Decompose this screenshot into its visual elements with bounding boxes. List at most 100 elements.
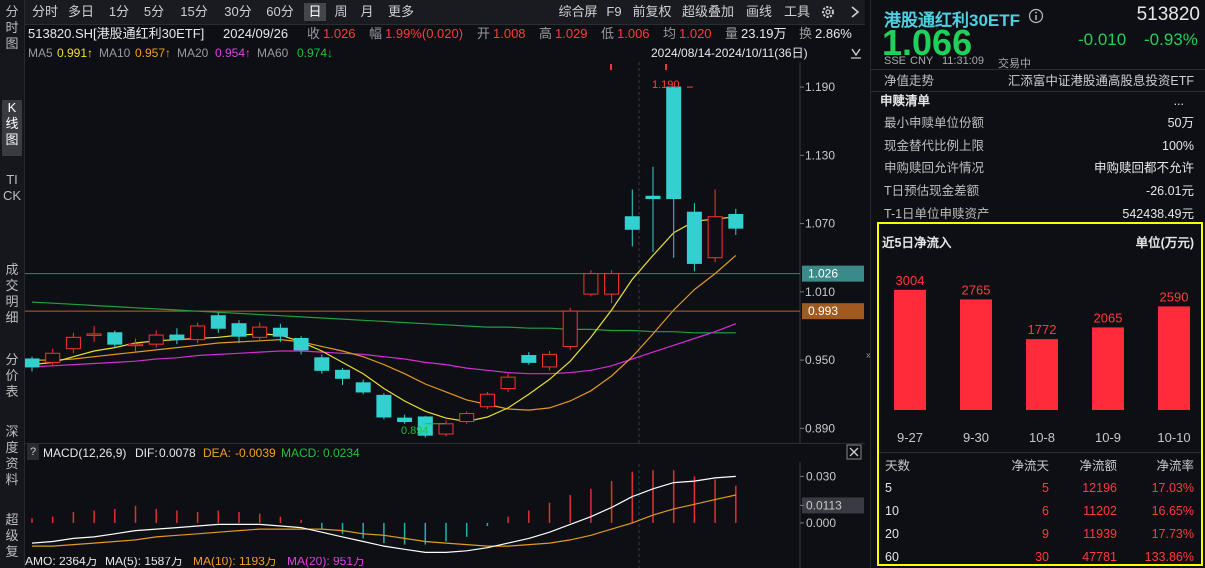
close-icon[interactable] — [846, 444, 862, 460]
super-overlay-button[interactable]: 超级叠加 — [680, 3, 736, 21]
inflow-bar — [960, 299, 992, 410]
change-value: 1.99%(0.020) — [385, 26, 464, 41]
subscribe-row: 现金替代比例上限 100% — [884, 136, 1194, 156]
nav-intraday[interactable]: 分时图 — [2, 4, 22, 52]
table-cell: 133.86% — [1144, 550, 1194, 564]
inflow-date: 9-27 — [897, 430, 923, 445]
ma5-label: MA5 — [28, 46, 53, 60]
forward-adjust-button[interactable]: 前复权 — [630, 3, 674, 21]
quote-change: -0.010 — [1078, 30, 1127, 49]
period-weekly[interactable]: 周 — [330, 3, 352, 21]
row-key: T日预估现金差额 — [884, 184, 980, 198]
candle-body — [65, 336, 81, 350]
chevron-right-icon[interactable] — [848, 3, 862, 21]
period-60min[interactable]: 60分 — [260, 3, 300, 21]
nav-price-table[interactable]: 分价表 — [2, 352, 22, 410]
candle-body — [728, 213, 744, 229]
period-daily[interactable]: 日 — [304, 3, 326, 21]
price-tag-label: 1.026 — [808, 267, 838, 281]
inflow-date: 10-9 — [1095, 430, 1121, 445]
period-1min[interactable]: 1分 — [104, 3, 134, 21]
subscribe-more[interactable]: ... — [1174, 91, 1184, 111]
net-inflow-title: 近5日净流入 — [882, 236, 952, 250]
dea-label: DEA: — [203, 446, 232, 460]
nav-kline[interactable]: K线图 — [2, 100, 22, 156]
candle-body — [293, 337, 309, 351]
nav-tick[interactable]: TICK — [2, 172, 22, 248]
price-tick-label: 0.950 — [805, 353, 835, 367]
candle-body — [335, 369, 350, 379]
inflow-value: 2765 — [962, 282, 991, 297]
period-monthly[interactable]: 月 — [356, 3, 378, 21]
macd-title: MACD(12,26,9) — [43, 446, 127, 460]
volume-value: 23.19万 — [741, 26, 787, 41]
candle-body — [666, 86, 682, 200]
composite-screen-button[interactable]: 综合屏 — [556, 3, 600, 21]
nav-super-review[interactable]: 超级复 — [2, 512, 22, 568]
ma5-value: 0.991↑ — [57, 46, 94, 60]
code-name: 513820.SH[港股通红利30ETF] — [28, 26, 205, 41]
period-intraday[interactable]: 分时 — [28, 3, 62, 21]
event-marker — [665, 64, 667, 70]
quote-currency: CNY — [910, 55, 934, 67]
candle-body — [45, 352, 61, 363]
info-icon[interactable] — [1028, 8, 1044, 24]
quote-time: 11:31:09 — [942, 55, 985, 67]
nav-trend-label: 净值走势 — [884, 74, 935, 88]
gear-icon[interactable] — [820, 3, 836, 21]
tools-button[interactable]: 工具 — [782, 3, 812, 21]
low-value: 1.006 — [617, 26, 650, 41]
subscribe-row: T日预估现金差额 -26.01元 — [884, 181, 1194, 201]
draw-line-button[interactable]: 画线 — [744, 3, 774, 21]
period-15min[interactable]: 15分 — [174, 3, 214, 21]
subscribe-row: T-1日单位申赎资产 542438.49元 — [884, 204, 1194, 220]
close-value: 1.026 — [323, 26, 356, 41]
candle-body — [500, 376, 516, 390]
open-label: 开 — [477, 26, 491, 41]
row-key: 申购赎回允许情况 — [884, 161, 985, 175]
subscribe-title: 申赎清单 — [880, 94, 931, 108]
nav-depth-data[interactable]: 深度资料 — [2, 424, 22, 500]
candle-body — [624, 216, 640, 230]
period-5min[interactable]: 5分 — [138, 3, 170, 21]
inflow-bar — [1092, 327, 1124, 410]
candle-body — [686, 211, 702, 264]
inflow-date: 10-8 — [1029, 430, 1055, 445]
candle-body — [376, 394, 392, 418]
net-inflow-unit: 单位(万元) — [1135, 236, 1194, 250]
candle-body — [25, 358, 40, 368]
subscribe-header: 申赎清单 ... — [880, 91, 1194, 111]
nav-trend-row[interactable]: 净值走势 汇添富中证港股通高股息投资ETF — [884, 71, 1194, 91]
candle-body — [355, 382, 371, 393]
f9-button[interactable]: F9 — [604, 3, 624, 21]
period-30min[interactable]: 30分 — [218, 3, 258, 21]
candle-body — [231, 323, 247, 337]
period-multiday[interactable]: 多日 — [64, 3, 98, 21]
candle-body — [272, 327, 288, 337]
table-cell: 5 — [885, 481, 892, 495]
table-cell: 20 — [885, 527, 899, 541]
amo-ma20: MA(20): 951万 — [287, 557, 366, 568]
candle-body — [707, 216, 723, 259]
low-annotation: 0.894 — [401, 425, 429, 437]
range-toggle-icon[interactable] — [850, 46, 862, 60]
help-icon[interactable]: ? — [27, 444, 39, 460]
amo-ma10: MA(10): 1193万 — [193, 557, 277, 568]
quote-code: 513820 — [1136, 4, 1200, 25]
nav-trend-fund: 汇添富中证港股通高股息投资ETF — [1007, 74, 1194, 88]
high-label: 高 — [539, 26, 553, 41]
macd-label: MACD: — [281, 446, 320, 460]
date-range: 2024/08/14-2024/10/11(36日) — [651, 46, 808, 60]
nav-trade-detail[interactable]: 成交明细 — [2, 262, 22, 338]
ma20-line — [31, 323, 737, 375]
macd-tick-label: 0.0113 — [806, 498, 842, 512]
price-tick-label: 1.130 — [805, 148, 835, 162]
period-more[interactable]: 更多 — [384, 3, 418, 21]
event-marker — [610, 64, 612, 70]
info-bar: 513820.SH[港股通红利30ETF] 2024/09/26 收 1.026… — [25, 24, 865, 44]
kline-chart[interactable]: 1.026 0.993 1.190 1.130 1.070 1.010 0.950 0.89… — [25, 62, 865, 568]
dea-value: -0.0039 — [235, 446, 276, 460]
high-annotation: 1.190 — [652, 79, 680, 91]
macd-value: 0.0234 — [323, 446, 360, 460]
inflow-value: 2590 — [1160, 289, 1189, 304]
